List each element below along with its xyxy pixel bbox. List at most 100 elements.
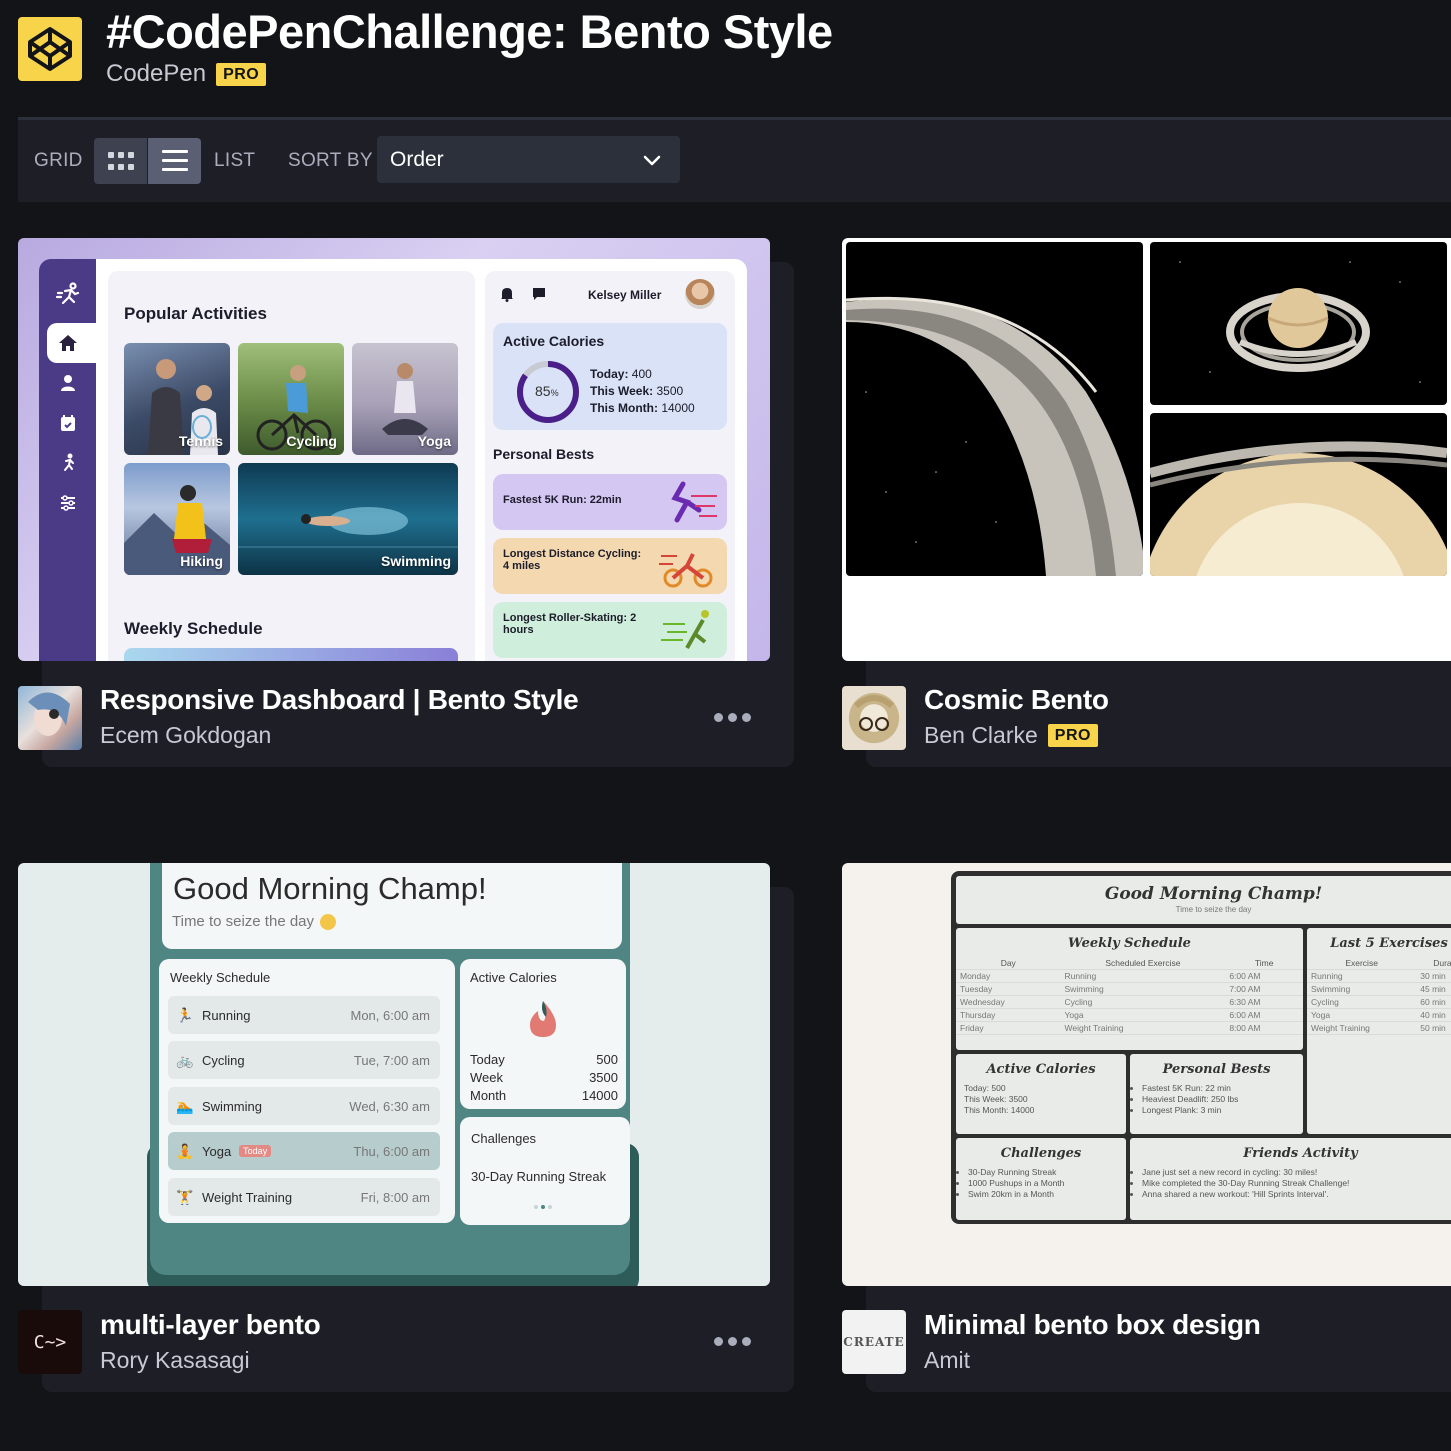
running-icon: 🏃 <box>176 1006 194 1023</box>
activity-tile-tennis[interactable]: Tennis <box>124 343 230 455</box>
collection-owner: CodePen PRO <box>106 60 267 88</box>
user-icon[interactable] <box>58 373 78 393</box>
pen-title[interactable]: Cosmic Bento <box>924 684 1109 716</box>
schedule-row-today[interactable]: 🧘 Yoga Today Thu, 6:00 am <box>168 1132 440 1170</box>
weightlifting-icon: 🏋 <box>176 1188 194 1205</box>
activity-tile-cycling[interactable]: Cycling <box>238 343 344 455</box>
more-options-button[interactable] <box>714 1337 751 1346</box>
pen-preview-multi-layer-bento[interactable]: Good Morning Champ! Time to seize the da… <box>18 863 770 1286</box>
schedule-row[interactable]: 🏃 Running Mon, 6:00 am <box>168 996 440 1034</box>
friends-list: Jane just set a new record in cycling: 3… <box>1130 1167 1451 1200</box>
active-calories-card: Active Calories 85% Today: 400 This Week… <box>493 323 727 430</box>
pro-badge: PRO <box>1047 724 1098 747</box>
activity-label: Swimming <box>380 553 451 569</box>
list-view-button[interactable] <box>148 138 201 184</box>
chat-icon[interactable] <box>531 286 547 302</box>
best-card-5k: Fastest 5K Run: 22min <box>493 474 727 530</box>
sort-select[interactable]: Order <box>377 136 680 183</box>
more-options-button[interactable] <box>714 713 751 722</box>
activity-tile-yoga[interactable]: Yoga <box>352 343 458 455</box>
stats-panel: Kelsey Miller Active Calories 85% Today:… <box>485 271 735 661</box>
view-toolbar: GRID LIST SORT BY Order <box>18 117 1451 202</box>
skater-icon <box>661 610 709 649</box>
pen-preview-minimal-bento[interactable]: Good Morning Champ! Time to seize the da… <box>842 863 1451 1286</box>
user-avatar[interactable] <box>685 279 715 309</box>
grid-label: GRID <box>34 150 83 171</box>
smile-emoji-icon <box>320 913 337 930</box>
author-avatar[interactable] <box>842 686 906 750</box>
dashboard-main: Popular Activities Tennis Cycling Yoga H… <box>96 259 747 661</box>
sliders-icon[interactable] <box>58 493 78 513</box>
weekly-schedule-heading: Weekly Schedule <box>124 619 263 638</box>
page-title: #CodePenChallenge: Bento Style <box>106 5 833 58</box>
carousel-dots[interactable] <box>534 1205 552 1209</box>
activity-tile-swimming[interactable]: Swimming <box>238 463 458 575</box>
personal-bests-heading: Personal Bests <box>493 446 595 462</box>
pen-author: Amit <box>924 1347 970 1373</box>
best-card-cycling: Longest Distance Cycling: 4 miles <box>493 538 727 594</box>
bell-icon[interactable] <box>499 286 515 302</box>
swimming-icon: 🏊 <box>176 1097 194 1114</box>
dashboard-sidebar <box>39 259 97 661</box>
calories-stats: Today: 400 This Week: 3500 This Month: 1… <box>590 367 695 415</box>
running-icon[interactable] <box>58 453 78 473</box>
calories-heading: Active Calories <box>503 333 605 349</box>
home-icon[interactable] <box>58 333 78 353</box>
popular-activities-panel: Popular Activities Tennis Cycling Yoga H… <box>108 271 475 661</box>
sort-value: Order <box>390 147 444 171</box>
schedule-row[interactable]: 🚲 Cycling Tue, 7:00 am <box>168 1041 440 1079</box>
chevron-down-icon <box>643 155 661 166</box>
challenge-item: 30-Day Running Streak <box>471 1169 607 1184</box>
collection-page: #CodePenChallenge: Bento Style CodePen P… <box>0 0 1451 1451</box>
author-avatar[interactable]: C~> <box>18 1310 82 1374</box>
calories-percent: 85% <box>535 383 559 399</box>
pen-preview-cosmic-bento[interactable] <box>842 238 1451 661</box>
calories-stats: Today: 500 This Week: 3500 This Month: 1… <box>964 1083 1035 1115</box>
bests-list: Fastest 5K Run: 22 min Heaviest Deadlift… <box>1130 1083 1303 1116</box>
grid-view-button[interactable] <box>94 138 147 184</box>
pen-title[interactable]: multi-layer bento <box>100 1309 321 1341</box>
pen-title[interactable]: Responsive Dashboard | Bento Style <box>100 684 579 716</box>
yoga-icon: 🧘 <box>176 1142 194 1159</box>
user-name: Kelsey Miller <box>588 288 662 302</box>
pen-preview-responsive-dashboard[interactable]: Popular Activities Tennis Cycling Yoga H… <box>18 238 770 661</box>
greeting-title: Good Morning Champ! <box>173 871 487 906</box>
codepen-logo-icon[interactable] <box>18 17 82 81</box>
runner-logo-icon <box>55 282 80 305</box>
active-calories-cell: Active Calories Today: 500 This Week: 35… <box>956 1054 1126 1134</box>
personal-bests-cell: Personal Bests Fastest 5K Run: 22 min He… <box>1130 1054 1303 1134</box>
bicycle-icon: 🚲 <box>176 1051 194 1068</box>
cyclist-icon <box>659 553 713 588</box>
sort-by-label: SORT BY <box>288 150 373 171</box>
activity-label: Tennis <box>178 433 223 449</box>
schedule-row[interactable]: 🏋 Weight Training Fri, 8:00 am <box>168 1178 440 1216</box>
owner-name[interactable]: CodePen <box>106 60 206 88</box>
challenges-cell: Challenges 30-Day Running Streak 1000 Pu… <box>956 1138 1126 1220</box>
schedule-table: Day Scheduled Exercise Time Monday Running 6… <box>956 957 1303 1035</box>
challenges-list: 30-Day Running Streak 1000 Pushups in a … <box>956 1167 1126 1200</box>
weekly-heading: Weekly Schedule <box>170 970 271 985</box>
last5-table: ExerciseDurat Running30 min Swimming45 m… <box>1307 957 1451 1035</box>
activity-tile-hiking[interactable]: Hiking <box>124 463 230 575</box>
calories-stats: Today 500 Week 3500 Month 14000 <box>470 1052 618 1103</box>
weekly-schedule-cell: Weekly Schedule Day Scheduled Exercise Tim… <box>956 928 1303 1050</box>
saturn-rings-closeup <box>846 242 1143 576</box>
list-icon <box>161 150 188 171</box>
schedule-row[interactable]: 🏊 Swimming Wed, 6:30 am <box>168 1087 440 1125</box>
bento-frame: Good Morning Champ! Time to seize the da… <box>951 871 1451 1224</box>
greeting-subtitle: Time to seize the day <box>172 913 337 930</box>
pen-title[interactable]: Minimal bento box design <box>924 1309 1261 1341</box>
pro-badge: PRO <box>216 62 267 86</box>
list-label: LIST <box>214 150 256 171</box>
pen-author: Rory Kasasagi <box>100 1347 250 1373</box>
challenges-panel: Challenges 30-Day Running Streak <box>460 1117 630 1225</box>
flame-icon <box>530 1001 556 1037</box>
calendar-icon[interactable] <box>58 413 78 433</box>
pen-author: Ecem Gokdogan <box>100 722 272 748</box>
author-avatar[interactable] <box>18 686 82 750</box>
author-avatar[interactable]: CREATE <box>842 1310 906 1374</box>
popular-heading: Popular Activities <box>124 304 267 323</box>
greeting-cell: Good Morning Champ! Time to seize the da… <box>956 876 1451 924</box>
activity-label: Yoga <box>417 433 451 449</box>
saturn-full-view <box>1150 242 1447 405</box>
